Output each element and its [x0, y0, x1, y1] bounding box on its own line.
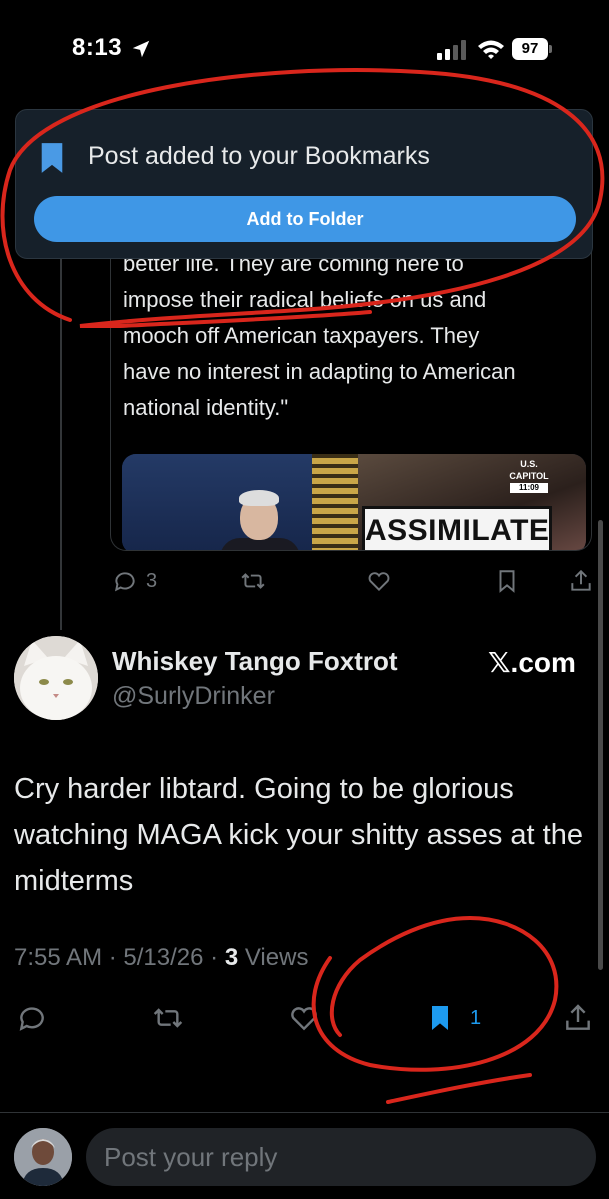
wifi-icon	[478, 40, 504, 59]
battery-icon: 97	[512, 38, 552, 60]
quoted-like-button[interactable]	[366, 568, 392, 594]
share-icon	[566, 1004, 590, 1030]
meta-separator: ·	[108, 944, 117, 971]
bookmark-toast: Post added to your Bookmarks Add to Fold…	[15, 109, 593, 259]
reply-input[interactable]: Post your reply	[86, 1128, 596, 1186]
quoted-reply-button[interactable]: 3	[112, 568, 157, 594]
quoted-bookmark-button[interactable]	[494, 568, 520, 594]
quoted-share-button[interactable]	[568, 568, 594, 594]
tweet-time: 7:55 AM	[14, 944, 103, 971]
location-arrow-icon	[132, 40, 150, 58]
bookmark-filled-icon	[432, 1006, 448, 1030]
meta-separator: ·	[210, 944, 219, 971]
scrollbar-thumb[interactable]	[598, 520, 603, 970]
status-time: 8:13	[72, 34, 123, 61]
share-icon	[571, 569, 591, 591]
bookmark-icon	[499, 570, 515, 593]
add-to-folder-button[interactable]: Add to Folder	[34, 196, 576, 242]
reply-placeholder: Post your reply	[104, 1142, 278, 1172]
battery-level: 97	[512, 38, 548, 60]
tweet-date: 5/13/26	[123, 944, 204, 971]
quoted-reply-count: 3	[146, 569, 158, 592]
heart-icon	[291, 1007, 317, 1031]
cat-avatar-image	[14, 636, 98, 720]
source-label: 𝕏.com	[488, 647, 576, 678]
toast-message: Post added to your Bookmarks	[88, 142, 430, 170]
media-bug-title: U.S. CAPITOL	[509, 459, 549, 481]
quoted-text-line: impose their radical beliefs on us and	[123, 287, 487, 312]
quoted-text-line: national identity."	[123, 395, 289, 420]
author-avatar[interactable]	[14, 636, 98, 720]
signal-icon	[437, 40, 466, 60]
reply-icon	[19, 1007, 44, 1031]
heart-icon	[368, 572, 390, 592]
share-button[interactable]	[562, 1002, 594, 1034]
quoted-post-media[interactable]: ASSIMILATE U.S. CAPITOL 11:09	[122, 454, 586, 550]
media-banner-text: ASSIMILATE	[362, 506, 552, 550]
author-handle[interactable]: @SurlyDrinker	[112, 682, 275, 711]
like-button[interactable]	[288, 1002, 320, 1034]
reply-icon	[114, 572, 135, 592]
user-avatar-image	[14, 1128, 72, 1186]
repost-button[interactable]	[152, 1002, 184, 1034]
quoted-repost-button[interactable]	[240, 568, 266, 594]
quoted-text-line: have no interest in adapting to American	[123, 359, 516, 384]
bookmark-icon	[41, 143, 63, 173]
quoted-text-line: mooch off American taxpayers. They	[123, 323, 480, 348]
tweet-text: Cry harder libtard. Going to be glorious…	[14, 773, 583, 897]
views-count: 3	[224, 944, 239, 971]
quoted-post-card[interactable]: better life. They are coming here to imp…	[110, 232, 592, 551]
repost-icon	[241, 573, 265, 589]
bookmark-count: 1	[470, 1006, 482, 1029]
media-bug-clock: 11:09	[510, 483, 548, 493]
views-label: Views	[244, 944, 309, 971]
media-channel-bug: U.S. CAPITOL 11:09	[500, 458, 558, 493]
tweet-meta: 7:55 AM · 5/13/26 · 3 Views	[14, 944, 308, 972]
composer-divider	[0, 1112, 609, 1113]
my-avatar[interactable]	[14, 1128, 72, 1186]
repost-icon	[153, 1008, 183, 1028]
reply-button[interactable]	[16, 1002, 48, 1034]
bookmark-button[interactable]: 1	[424, 1002, 481, 1034]
author-name[interactable]: Whiskey Tango Foxtrot	[112, 646, 398, 677]
thread-connector-line	[60, 250, 62, 630]
